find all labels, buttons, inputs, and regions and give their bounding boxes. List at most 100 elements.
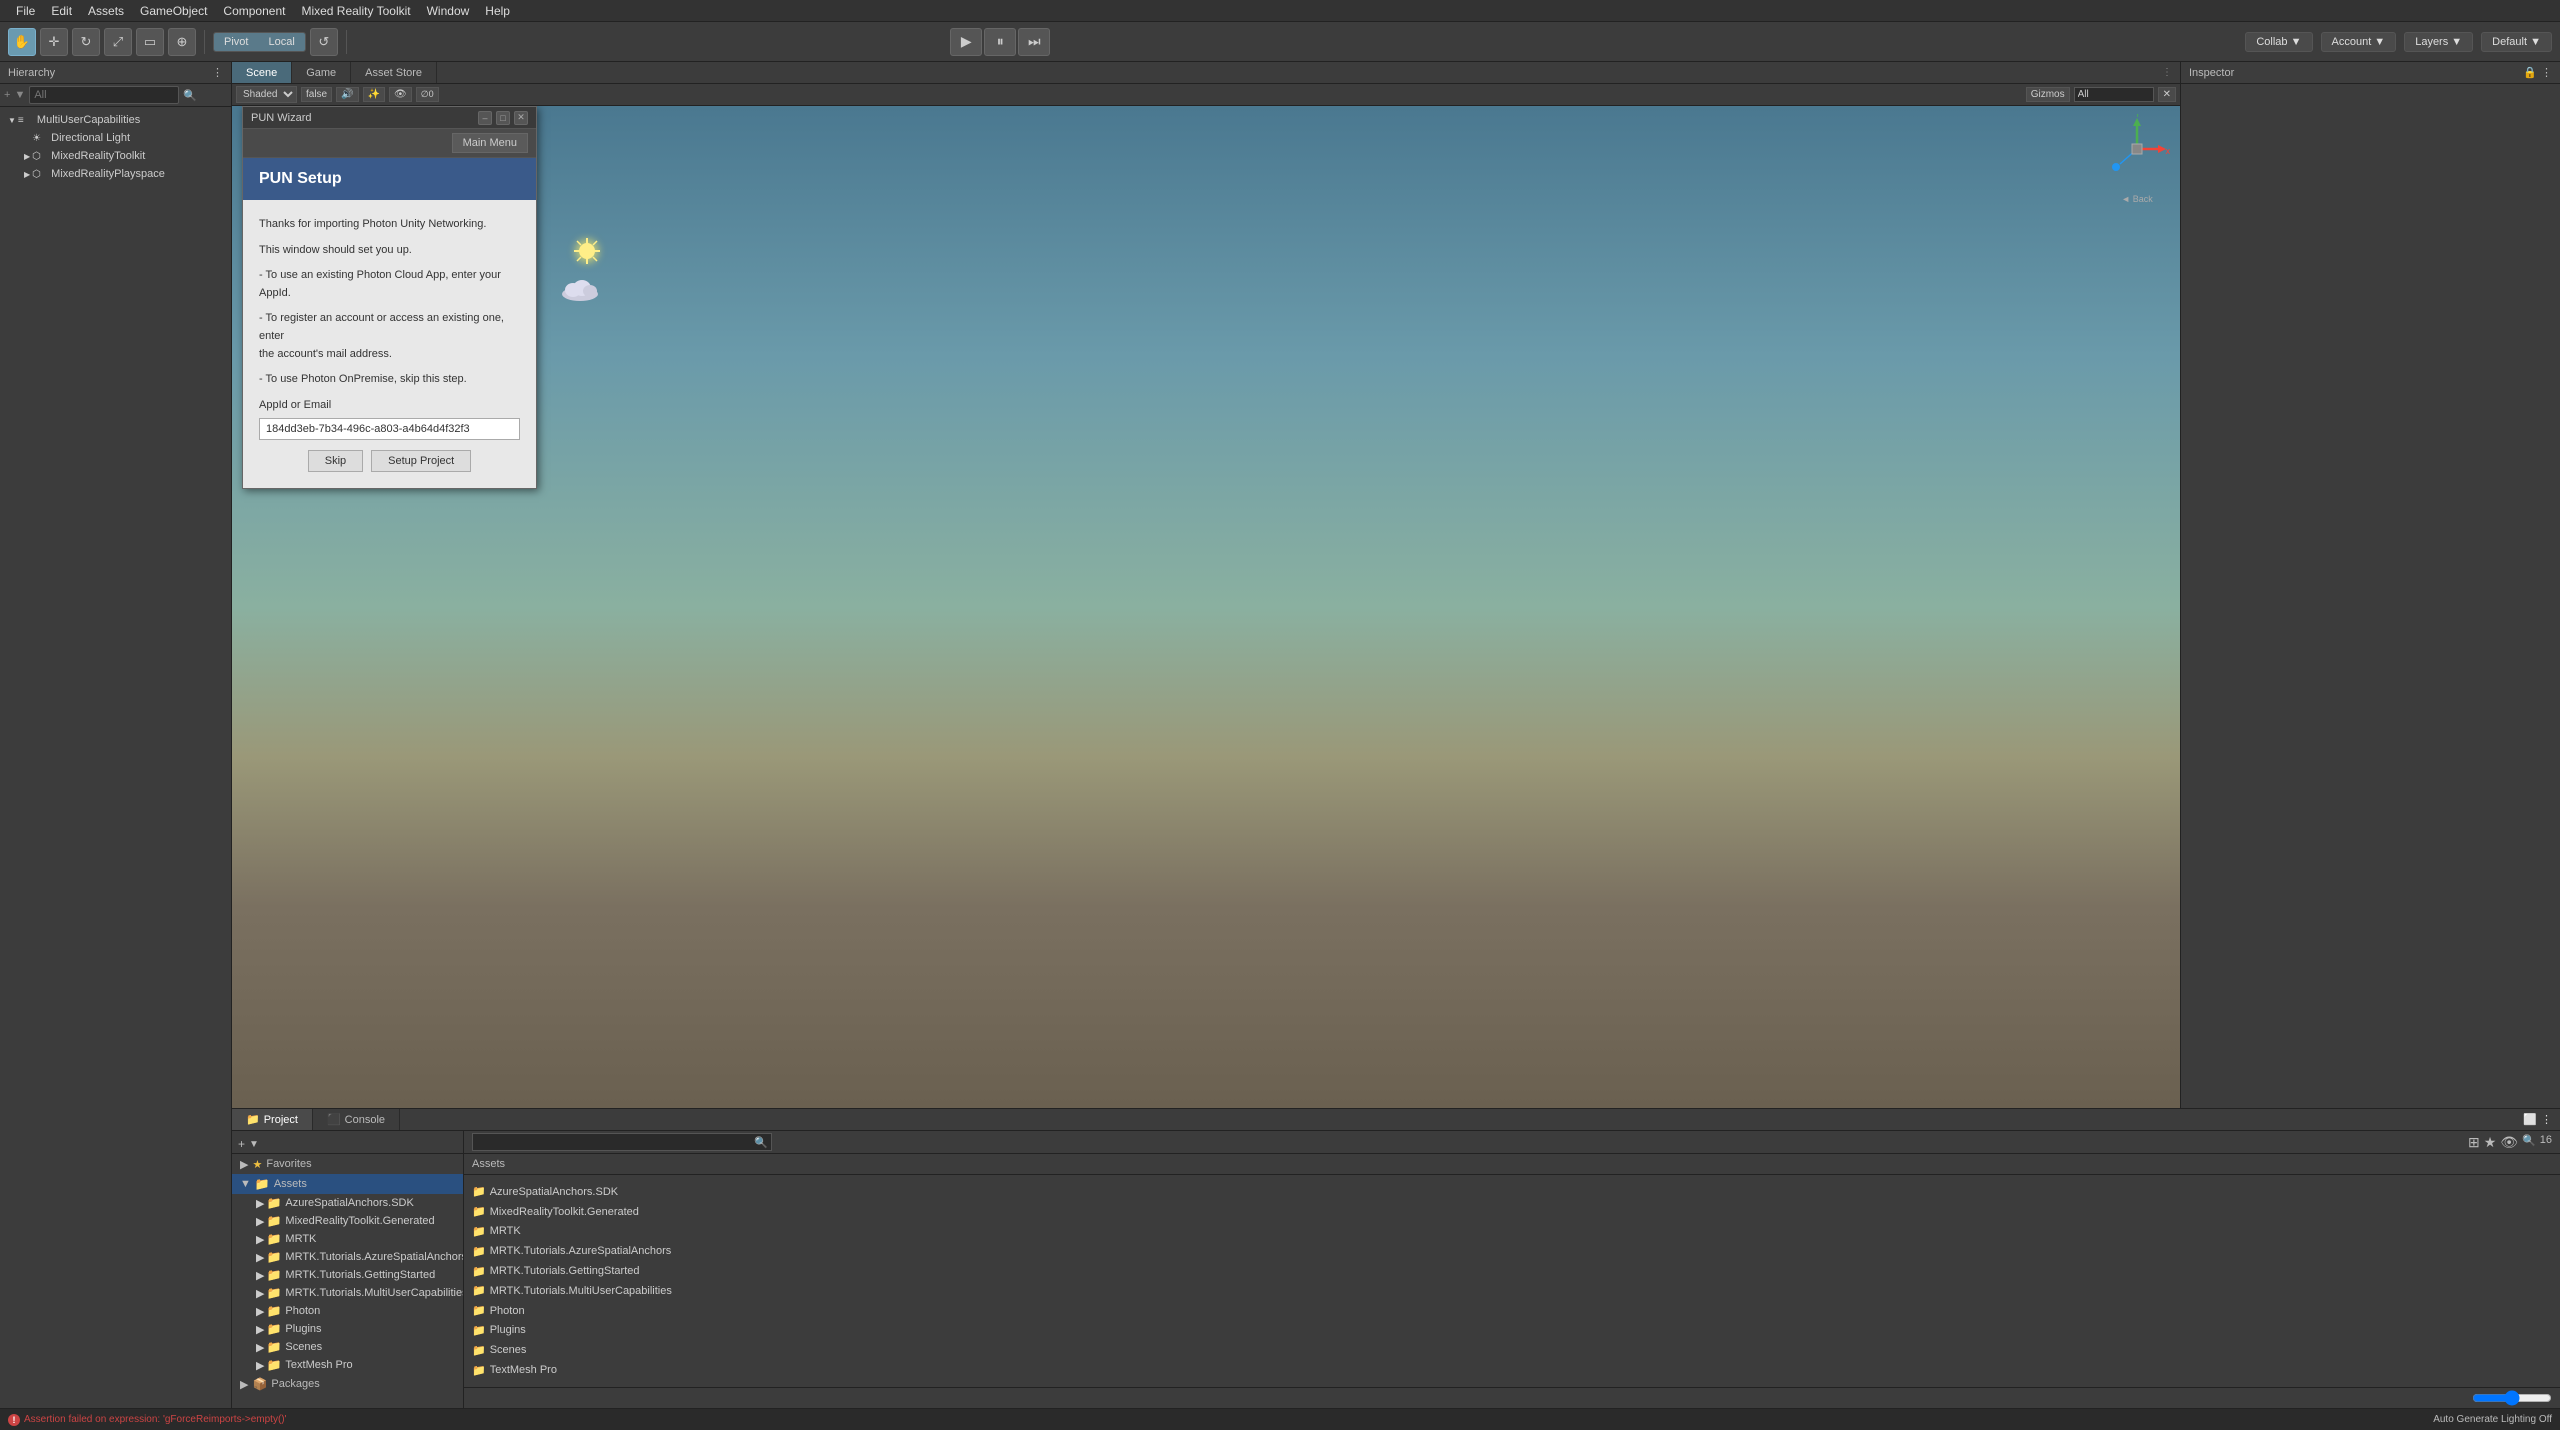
pun-wizard-maximize[interactable]: □ — [496, 111, 510, 125]
scene-view[interactable]: Y x ◄ — [232, 106, 2180, 1108]
hierarchy-item-multiuser[interactable]: ▼ ≡ MultiUserCapabilities — [0, 111, 231, 129]
hierarchy-plus-icon[interactable]: + — [4, 89, 10, 101]
sidebar-item-azure-sdk[interactable]: ▶ 📁 AzureSpatialAnchors.SDK — [232, 1194, 463, 1212]
project-packages-header[interactable]: ▶ 📦 Packages — [232, 1374, 463, 1394]
inspector-lock-icon[interactable]: 🔒 — [2523, 66, 2537, 79]
tool-move[interactable]: ✛ — [40, 28, 68, 56]
menu-mrtk[interactable]: Mixed Reality Toolkit — [293, 0, 418, 22]
project-file-azure-sdk[interactable]: 📁 AzureSpatialAnchors.SDK — [472, 1183, 2552, 1201]
hierarchy-down-icon[interactable]: ▼ — [14, 89, 25, 101]
scene-dots[interactable]: ⋮ — [2162, 62, 2180, 83]
pun-wizard-close[interactable]: ✕ — [514, 111, 528, 125]
gizmos-button[interactable]: Gizmos — [2026, 87, 2070, 102]
hierarchy-item-mrplayspace[interactable]: ▶ ⬡ MixedRealityPlayspace — [0, 165, 231, 183]
sidebar-item-mrtk-getting-started[interactable]: ▶ 📁 MRTK.Tutorials.GettingStarted — [232, 1266, 463, 1284]
project-file-mrtk-azure[interactable]: 📁 MRTK.Tutorials.AzureSpatialAnchors — [472, 1242, 2552, 1260]
pun-wizard-minimize[interactable]: – — [478, 111, 492, 125]
tool-multi[interactable]: ⊕ — [168, 28, 196, 56]
default-layout-button[interactable]: Default ▼ — [2481, 32, 2552, 52]
sidebar-item-scenes[interactable]: ▶ 📁 Scenes — [232, 1338, 463, 1356]
project-file-photon[interactable]: 📁 Photon — [472, 1302, 2552, 1320]
menu-component[interactable]: Component — [215, 0, 293, 22]
project-add-icon[interactable]: + — [238, 1137, 245, 1151]
file-scenes-label: Scenes — [490, 1344, 527, 1356]
pun-setup-project-button[interactable]: Setup Project — [371, 450, 471, 472]
tool-rotate[interactable]: ↻ — [72, 28, 100, 56]
project-dropdown-icon[interactable]: ▼ — [249, 1139, 259, 1150]
tab-scene[interactable]: Scene — [232, 62, 292, 83]
menu-gameobject[interactable]: GameObject — [132, 0, 215, 22]
status-error-area[interactable]: ! Assertion failed on expression: 'gForc… — [8, 1414, 287, 1426]
pun-main-menu-button[interactable]: Main Menu — [452, 133, 528, 153]
step-button[interactable]: ⏭ — [1018, 28, 1050, 56]
local-button[interactable]: Local — [258, 33, 304, 51]
project-file-plugins[interactable]: 📁 Plugins — [472, 1322, 2552, 1340]
tab-console[interactable]: ⬛ Console — [313, 1109, 400, 1130]
project-file-textmesh[interactable]: 📁 TextMesh Pro — [472, 1361, 2552, 1379]
project-view-btn-3[interactable]: 👁 — [2500, 1134, 2518, 1151]
pivot-button[interactable]: Pivot — [214, 33, 258, 51]
hierarchy-menu-icon[interactable]: ⋮ — [212, 66, 223, 79]
project-search-icon: 🔍 — [754, 1136, 768, 1149]
file-mrtk-gs-icon: 📁 — [472, 1265, 486, 1278]
tool-hand[interactable]: ✋ — [8, 28, 36, 56]
menu-help[interactable]: Help — [477, 0, 518, 22]
scene-visibility[interactable]: 👁 — [389, 87, 412, 102]
project-zoom-slider[interactable] — [2472, 1390, 2552, 1406]
tool-scale[interactable]: ⤢ — [104, 28, 132, 56]
menu-assets[interactable]: Assets — [80, 0, 132, 22]
plugins-folder-icon: 📁 — [266, 1322, 281, 1336]
account-button[interactable]: Account ▼ — [2321, 32, 2397, 52]
project-file-mrtk-mu[interactable]: 📁 MRTK.Tutorials.MultiUserCapabilities — [472, 1282, 2552, 1300]
project-view-btn-1[interactable]: ⊞ — [2468, 1134, 2480, 1151]
hierarchy-item-directional-light[interactable]: ▶ ☀ Directional Light — [0, 129, 231, 147]
tab-project[interactable]: 📁 Project — [232, 1109, 313, 1130]
sidebar-item-mrtk-azure[interactable]: ▶ 📁 MRTK.Tutorials.AzureSpatialAnchors — [232, 1248, 463, 1266]
project-view-btn-2[interactable]: ★ — [2484, 1134, 2497, 1151]
menu-edit[interactable]: Edit — [43, 0, 80, 22]
tab-asset-store[interactable]: Asset Store — [351, 62, 437, 83]
project-file-scenes[interactable]: 📁 Scenes — [472, 1341, 2552, 1359]
play-button[interactable]: ▶ — [950, 28, 982, 56]
bottom-maximize-icon[interactable]: ⬜ — [2523, 1113, 2537, 1126]
layers-button[interactable]: Layers ▼ — [2404, 32, 2473, 52]
project-file-mrtk-gen[interactable]: 📁 MixedRealityToolkit.Generated — [472, 1203, 2552, 1221]
sidebar-item-mrtk[interactable]: ▶ 📁 MRTK — [232, 1230, 463, 1248]
menu-file[interactable]: File — [8, 0, 43, 22]
tool-rect[interactable]: ▭ — [136, 28, 164, 56]
gizmo-svg: Y — [2102, 114, 2172, 184]
scene-stats[interactable]: ∅0 — [416, 87, 439, 102]
bottom-menu-icon[interactable]: ⋮ — [2541, 1113, 2552, 1126]
project-file-mrtk-gs[interactable]: 📁 MRTK.Tutorials.GettingStarted — [472, 1262, 2552, 1280]
2d-button[interactable]: false — [301, 87, 332, 102]
shading-select[interactable]: Shaded — [236, 86, 297, 103]
pun-appid-input[interactable] — [259, 418, 520, 440]
hierarchy-search-input[interactable] — [29, 86, 179, 104]
project-search-input[interactable] — [472, 1133, 772, 1151]
scene-close-button[interactable]: ✕ — [2158, 87, 2176, 102]
sidebar-item-textmesh[interactable]: ▶ 📁 TextMesh Pro — [232, 1356, 463, 1374]
audio-button[interactable]: 🔊 — [336, 87, 358, 102]
hierarchy-item-mrtk[interactable]: ▶ ⬡ MixedRealityToolkit — [0, 147, 231, 165]
project-favorites-header[interactable]: ▶ ★ Favorites — [232, 1154, 463, 1174]
hierarchy-search-icon[interactable]: 🔍 — [183, 89, 197, 102]
effects-button[interactable]: ✨ — [363, 87, 385, 102]
sidebar-item-mrtk-generated[interactable]: ▶ 📁 MixedRealityToolkit.Generated — [232, 1212, 463, 1230]
gizmo-back-label[interactable]: ◄ Back — [2121, 194, 2152, 204]
menu-window[interactable]: Window — [419, 0, 478, 22]
sidebar-item-plugins[interactable]: ▶ 📁 Plugins — [232, 1320, 463, 1338]
refresh-button[interactable]: ↺ — [310, 28, 338, 56]
tab-game[interactable]: Game — [292, 62, 351, 83]
sidebar-item-mrtk-multiuser[interactable]: ▶ 📁 MRTK.Tutorials.MultiUserCapabilities — [232, 1284, 463, 1302]
collab-button[interactable]: Collab ▼ — [2245, 32, 2312, 52]
project-assets-header[interactable]: ▼ 📁 Assets — [232, 1174, 463, 1194]
inspector-menu-icon[interactable]: ⋮ — [2541, 66, 2552, 79]
gizmos-search[interactable] — [2074, 87, 2154, 102]
pause-button[interactable]: ⏸ — [984, 28, 1016, 56]
sidebar-item-photon[interactable]: ▶ 📁 Photon — [232, 1302, 463, 1320]
project-file-mrtk[interactable]: 📁 MRTK — [472, 1223, 2552, 1241]
inspector-title: Inspector — [2189, 67, 2234, 79]
azure-sdk-folder-icon: 📁 — [266, 1196, 281, 1210]
pun-skip-button[interactable]: Skip — [308, 450, 363, 472]
tree-label-directional-light: Directional Light — [51, 132, 130, 144]
